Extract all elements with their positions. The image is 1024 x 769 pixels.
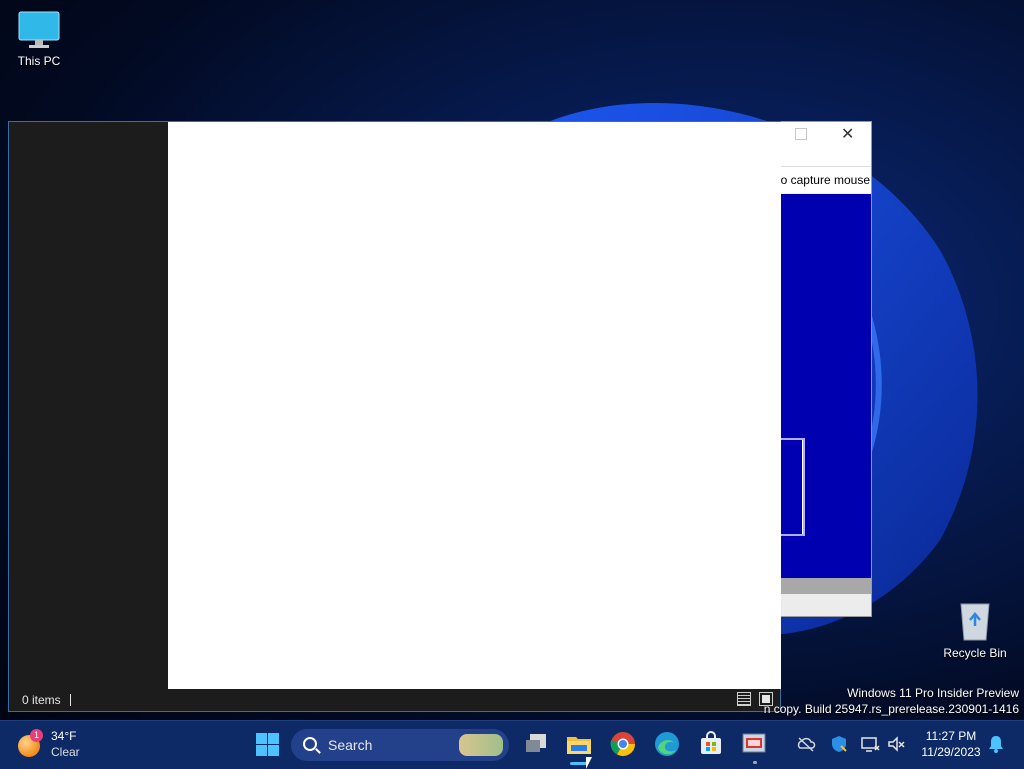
search-icon xyxy=(303,737,317,751)
task-view-icon[interactable] xyxy=(522,730,550,758)
weather-condition: Clear xyxy=(51,745,80,759)
capture-hint-text: o capture mouse xyxy=(780,173,870,187)
network-icon[interactable] xyxy=(860,734,880,754)
taskbar: 1 34°F Clear Search 11:27 PM 11/29/2023 xyxy=(0,720,1024,769)
os-watermark: Windows 11 Pro Insider Preview n copy. B… xyxy=(764,685,1019,717)
notification-badge: 1 xyxy=(30,729,43,742)
status-separator xyxy=(70,694,71,706)
mouse-cursor-icon xyxy=(586,757,592,769)
volume-muted-icon[interactable] xyxy=(886,734,906,754)
title-bar[interactable]: ✕ xyxy=(781,122,871,146)
vm-dialog-box xyxy=(781,437,806,537)
chrome-icon[interactable] xyxy=(609,730,637,758)
file-explorer-window[interactable]: 0 items xyxy=(8,121,781,712)
explorer-status-bar: 0 items xyxy=(9,689,780,711)
search-highlight-image xyxy=(459,734,503,756)
store-icon[interactable] xyxy=(697,730,725,758)
search-label: Search xyxy=(328,737,373,753)
running-indicator xyxy=(753,761,757,764)
content-pane[interactable] xyxy=(168,122,781,689)
desktop-icon-this-pc[interactable]: This PC xyxy=(2,10,76,68)
onedrive-offline-icon[interactable] xyxy=(796,734,816,754)
vm-app-icon[interactable] xyxy=(740,730,768,758)
notification-bell-icon[interactable] xyxy=(988,735,1004,753)
taskbar-search-box[interactable]: Search xyxy=(291,729,509,761)
item-count: 0 items xyxy=(22,693,61,707)
background-app-window[interactable]: ✕ o capture mouse xyxy=(780,121,872,617)
computer-icon xyxy=(18,11,60,48)
menu-bar[interactable] xyxy=(781,146,871,167)
start-button[interactable] xyxy=(254,730,282,758)
system-clock[interactable]: 11:27 PM 11/29/2023 xyxy=(916,728,986,760)
status-bar-top xyxy=(781,578,871,594)
navigation-pane[interactable] xyxy=(9,122,168,689)
watermark-line-2: n copy. Build 25947.rs_prerelease.230901… xyxy=(763,702,1019,716)
close-button[interactable]: ✕ xyxy=(841,124,854,144)
desktop-icon-label: This PC xyxy=(17,54,61,68)
vm-display[interactable] xyxy=(781,194,871,578)
details-view-icon[interactable] xyxy=(737,692,751,706)
weather-temperature: 34°F xyxy=(51,729,77,743)
status-bar-bottom xyxy=(781,594,871,616)
clock-time: 11:27 PM xyxy=(925,729,977,743)
desktop-icon-recycle-bin[interactable]: Recycle Bin xyxy=(938,598,1012,660)
folder-icon[interactable] xyxy=(565,730,593,758)
watermark-line-1: Windows 11 Pro Insider Preview xyxy=(847,686,1019,700)
capture-hint: o capture mouse xyxy=(781,167,871,193)
edge-icon[interactable] xyxy=(653,730,681,758)
desktop-icon-label: Recycle Bin xyxy=(943,646,1007,660)
recycle-bin-icon xyxy=(960,603,990,641)
maximize-button[interactable] xyxy=(795,128,807,140)
clock-date: 11/29/2023 xyxy=(921,745,981,759)
security-shield-icon[interactable] xyxy=(829,734,849,754)
